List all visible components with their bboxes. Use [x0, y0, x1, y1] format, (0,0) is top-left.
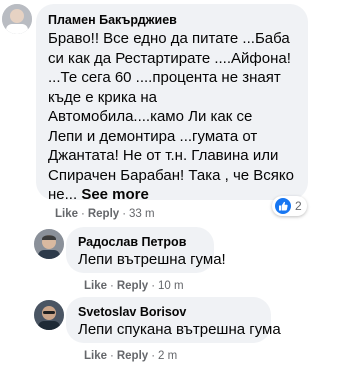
comment-author[interactable]: Радослав Петров [78, 235, 202, 249]
comment-text: Лепи вътрешна гума! [78, 251, 226, 268]
reply-button[interactable]: Reply [117, 280, 148, 292]
reaction-count-badge[interactable]: 2 [272, 196, 307, 216]
comment-text-line: си как да Рестартирате ....Айфона! [48, 49, 291, 67]
comment-actions: Like · Reply · 2 m [84, 350, 177, 362]
like-button[interactable]: Like [84, 350, 107, 362]
comment-author[interactable]: Пламен Бакърджиев [48, 13, 296, 27]
comment-text-line: Браво!! Все едно да питате ...Баба [48, 30, 290, 47]
comment-timestamp[interactable]: 10 m [158, 280, 184, 292]
comment-text: Браво!! Все едно да питате ...Баба си ка… [48, 29, 296, 205]
like-icon [275, 198, 291, 214]
comment-actions: Like · Reply · 33 m [55, 208, 155, 220]
comment-bubble: Svetoslav Borisov Лепи спукана вътрешна … [66, 297, 281, 343]
comment-text-line: ...Те сега 60 ....процента не знаят [48, 69, 281, 86]
user-photo-icon [34, 229, 64, 259]
comment-text-line: къде е крика на [48, 88, 158, 106]
comment-text-line: Спирачен Барабан! Така , че Всяко [48, 166, 294, 184]
reply-button[interactable]: Reply [88, 208, 119, 220]
user-photo-icon [34, 300, 64, 330]
separator-dot: · [110, 350, 114, 362]
comment-actions: Like · Reply · 10 m [84, 280, 184, 292]
comment-bubble: Радослав Петров Лепи вътрешна гума! [66, 227, 226, 273]
see-more-link[interactable]: See more [81, 186, 149, 203]
separator-dot: · [110, 280, 114, 292]
comment-author[interactable]: Svetoslav Borisov [78, 305, 259, 319]
separator-dot: · [151, 280, 156, 292]
like-button[interactable]: Like [55, 208, 78, 220]
comment-text-line: Джантата! Не от т.н. Главина или [48, 147, 279, 164]
reaction-count: 2 [295, 199, 302, 213]
comment-bubble: Пламен Бакърджиев Браво!! Все едно да пи… [36, 4, 308, 203]
comment-text: Лепи спукана вътрешна гума [78, 321, 281, 338]
separator-dot: · [81, 208, 85, 220]
comment-timestamp[interactable]: 33 m [129, 208, 155, 220]
avatar[interactable] [2, 4, 32, 34]
comment-timestamp[interactable]: 2 m [158, 350, 177, 362]
separator-dot: · [122, 208, 127, 220]
comment-text-line: Лепи и демонтира ...гумата от [48, 127, 258, 145]
reply-button[interactable]: Reply [117, 350, 148, 362]
avatar[interactable] [34, 229, 64, 259]
separator-dot: · [151, 350, 156, 362]
like-button[interactable]: Like [84, 280, 107, 292]
comment-text-line: не... [48, 186, 78, 203]
comment-text-line: Автомобила....камо Ли как се [48, 108, 253, 125]
user-photo-icon [2, 4, 32, 34]
avatar[interactable] [34, 300, 64, 330]
